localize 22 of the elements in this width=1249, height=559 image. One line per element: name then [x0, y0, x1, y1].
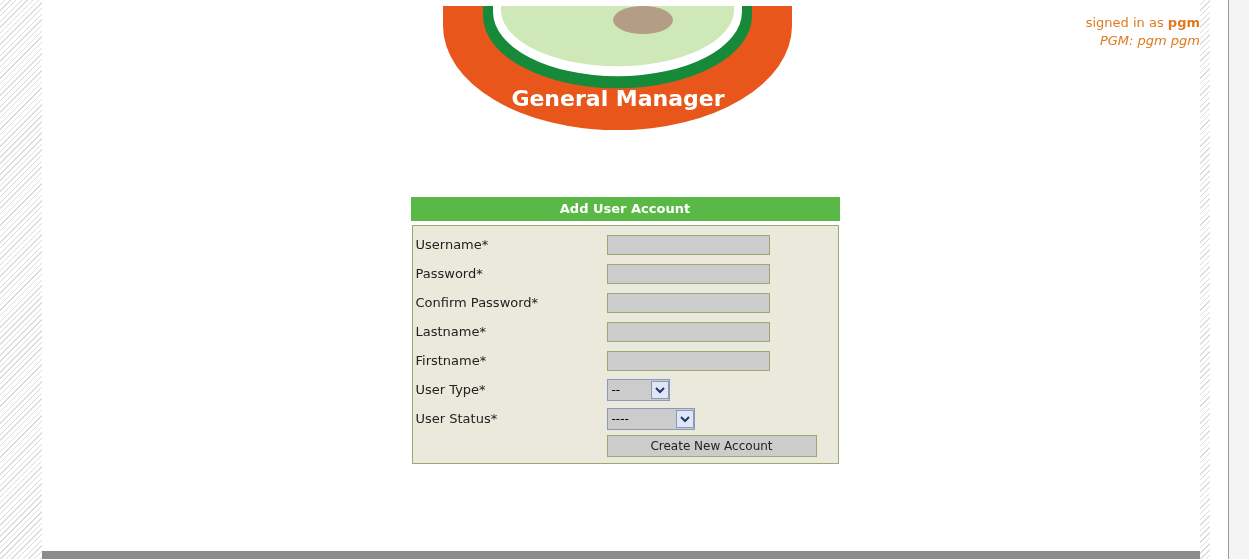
field-label: Username* [415, 235, 490, 254]
field-label: Confirm Password* [415, 293, 540, 312]
input-field[interactable] [606, 234, 770, 255]
field-label: Lastname* [415, 322, 487, 341]
scrollbar[interactable] [1228, 0, 1249, 559]
create-account-button[interactable]: Create New Account [606, 435, 817, 457]
signed-in-text: signed in as pgm [1085, 14, 1200, 32]
field-label: Firstname* [415, 351, 488, 370]
logo-drawing: General Manager [443, 6, 792, 130]
field-label: Password* [415, 264, 484, 283]
field-label: User Type* [415, 380, 487, 399]
input-field[interactable] [606, 321, 770, 342]
caret-icon [650, 380, 669, 399]
field-label: User Status* [415, 409, 499, 428]
dropdown[interactable]: -- [606, 378, 670, 401]
input-field[interactable] [606, 350, 770, 371]
input-field[interactable] [606, 263, 770, 284]
user-role-text: PGM: pgm pgm [1099, 32, 1200, 50]
dropdown[interactable]: ---- [606, 407, 695, 430]
form-title: Add User Account [410, 197, 840, 221]
input-field[interactable] [606, 292, 770, 313]
caret-icon [675, 409, 694, 428]
